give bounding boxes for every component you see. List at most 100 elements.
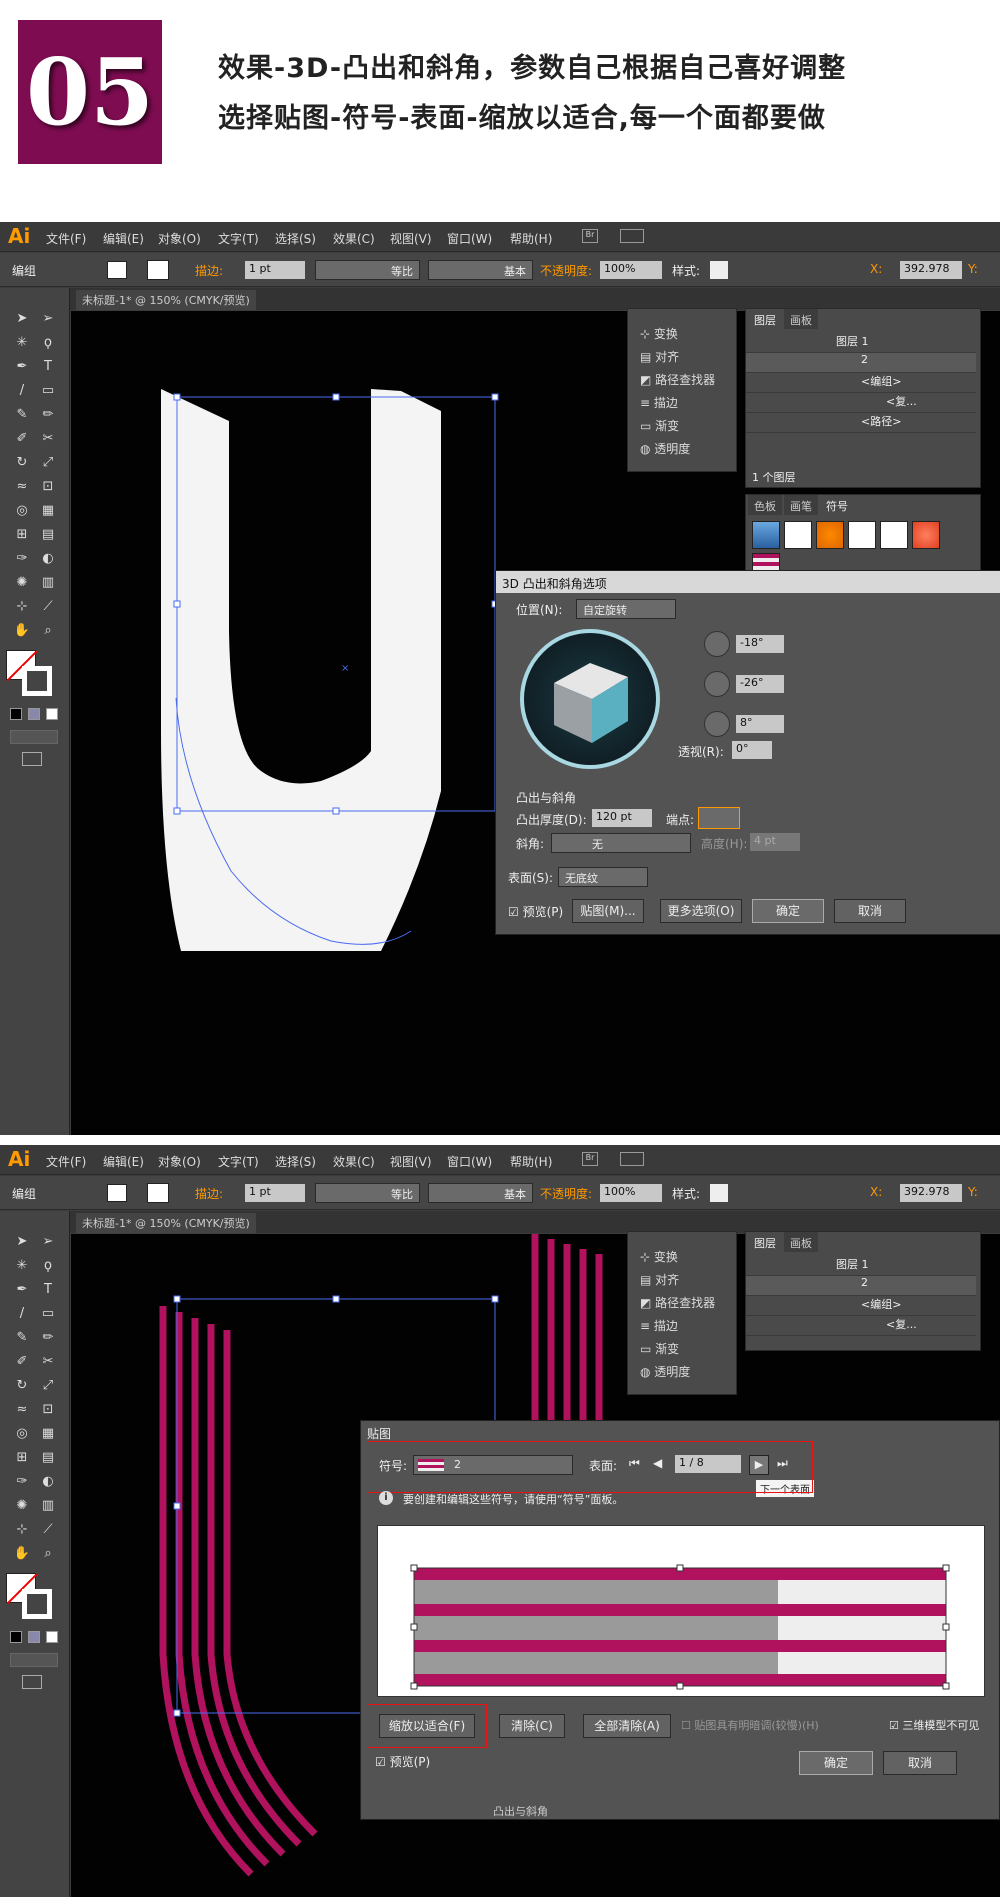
menu-select[interactable]: 选择(S): [275, 230, 316, 247]
height-field[interactable]: 4 pt: [750, 833, 800, 851]
layer-row[interactable]: 图层 1: [746, 333, 976, 353]
pathfinder-panel-item[interactable]: ◩ 路径查找器: [640, 1294, 715, 1311]
symbol-sprayer-icon[interactable]: ✺: [12, 574, 32, 592]
opacity-field[interactable]: 100%: [600, 1184, 662, 1202]
layer-row[interactable]: <编组>: [746, 1296, 976, 1316]
shape-builder-icon[interactable]: ◎: [12, 502, 32, 520]
menu-object[interactable]: 对象(O): [158, 1153, 201, 1170]
eyedropper-icon[interactable]: ✑: [12, 1473, 32, 1491]
none-mode-icon[interactable]: [46, 708, 58, 720]
symbol-swatch[interactable]: [912, 521, 940, 549]
tab-swatches[interactable]: 色板: [748, 495, 782, 515]
pen-tool-icon[interactable]: ✒: [12, 1281, 32, 1299]
gradient-mode-icon[interactable]: [28, 708, 40, 720]
layer-row[interactable]: 2: [746, 353, 976, 373]
menu-view[interactable]: 视图(V): [390, 230, 432, 247]
fill-swatch[interactable]: [107, 1184, 127, 1202]
symbol-swatch[interactable]: [880, 521, 908, 549]
stroke-swatch[interactable]: [147, 260, 169, 280]
rotate-tool-icon[interactable]: ↻: [12, 454, 32, 472]
menu-effect[interactable]: 效果(C): [333, 1153, 375, 1170]
menu-type[interactable]: 文字(T): [218, 1153, 259, 1170]
depth-field[interactable]: 120 pt: [592, 809, 652, 827]
ok-button[interactable]: 确定: [799, 1751, 873, 1775]
free-transform-icon[interactable]: ⊡: [38, 478, 58, 496]
menu-help[interactable]: 帮助(H): [510, 230, 552, 247]
transparency-panel-item[interactable]: ◍ 透明度: [640, 1363, 690, 1380]
perspective-grid-icon[interactable]: ▦: [38, 1425, 58, 1443]
draw-mode-icon[interactable]: [10, 730, 58, 744]
x-field[interactable]: 392.978: [900, 261, 962, 279]
more-options-button[interactable]: 更多选项(O): [660, 899, 742, 923]
pencil-tool-icon[interactable]: ✏: [38, 406, 58, 424]
warp-tool-icon[interactable]: ≈: [12, 478, 32, 496]
lasso-icon[interactable]: ϙ: [38, 1257, 58, 1275]
preview-checkbox[interactable]: ☑ 预览(P): [508, 903, 563, 920]
layer-row[interactable]: <路径>: [746, 413, 976, 433]
symbol-swatch[interactable]: [848, 521, 876, 549]
scale-to-fit-button[interactable]: 缩放以适合(F): [379, 1714, 475, 1738]
cap-toggle-icon[interactable]: [698, 807, 740, 829]
transparency-panel-item[interactable]: ◍ 透明度: [640, 440, 690, 457]
direct-selection-icon[interactable]: ➢: [38, 310, 58, 328]
opacity-field[interactable]: 100%: [600, 261, 662, 279]
pathfinder-panel-item[interactable]: ◩ 路径查找器: [640, 371, 715, 388]
bridge-icon[interactable]: Br: [582, 229, 598, 243]
menu-file[interactable]: 文件(F): [46, 230, 86, 247]
blend-tool-icon[interactable]: ◐: [38, 1473, 58, 1491]
layer-row[interactable]: <编组>: [746, 373, 976, 393]
menu-window[interactable]: 窗口(W): [447, 230, 492, 247]
color-mode-icon[interactable]: [10, 1631, 22, 1643]
brush-select[interactable]: 基本: [428, 260, 533, 280]
lasso-icon[interactable]: ϙ: [38, 334, 58, 352]
surface-field[interactable]: 1 / 8: [675, 1455, 741, 1473]
menu-type[interactable]: 文字(T): [218, 230, 259, 247]
clear-all-button[interactable]: 全部清除(A): [583, 1714, 671, 1738]
rectangle-tool-icon[interactable]: ▭: [38, 382, 58, 400]
menu-file[interactable]: 文件(F): [46, 1153, 86, 1170]
stroke-label[interactable]: 描边:: [195, 262, 223, 279]
bridge-icon[interactable]: Br: [582, 1152, 598, 1166]
stroke-panel-item[interactable]: ≡ 描边: [640, 394, 678, 411]
menu-object[interactable]: 对象(O): [158, 230, 201, 247]
gradient-tool-icon[interactable]: ▤: [38, 1449, 58, 1467]
gradient-mode-icon[interactable]: [28, 1631, 40, 1643]
blob-brush-icon[interactable]: ✐: [12, 1353, 32, 1371]
tab-symbols[interactable]: 符号: [820, 495, 854, 515]
prev-surface-icon[interactable]: ◀: [653, 1456, 662, 1470]
menu-edit[interactable]: 编辑(E): [103, 1153, 144, 1170]
symbol-swatch[interactable]: [784, 521, 812, 549]
hand-tool-icon[interactable]: ✋: [12, 622, 32, 640]
screen-mode-icon[interactable]: [22, 1675, 42, 1689]
workspace-icon[interactable]: [620, 229, 644, 243]
menu-view[interactable]: 视图(V): [390, 1153, 432, 1170]
type-tool-icon[interactable]: T: [38, 1281, 58, 1299]
direct-selection-icon[interactable]: ➢: [38, 1233, 58, 1251]
style-swatch[interactable]: [710, 1184, 728, 1202]
hand-tool-icon[interactable]: ✋: [12, 1545, 32, 1563]
cancel-button[interactable]: 取消: [834, 899, 906, 923]
symbol-sprayer-icon[interactable]: ✺: [12, 1497, 32, 1515]
clear-button[interactable]: 清除(C): [499, 1714, 565, 1738]
perspective-grid-icon[interactable]: ▦: [38, 502, 58, 520]
y-angle-field[interactable]: -26°: [736, 675, 784, 693]
graph-tool-icon[interactable]: ▥: [38, 1497, 58, 1515]
transform-panel-item[interactable]: ⊹ 变换: [640, 1248, 678, 1265]
zoom-tool-icon[interactable]: ⌕: [38, 1545, 58, 1563]
transform-panel-item[interactable]: ⊹ 变换: [640, 325, 678, 342]
blob-brush-icon[interactable]: ✐: [12, 430, 32, 448]
menu-select[interactable]: 选择(S): [275, 1153, 316, 1170]
shade-artwork-checkbox[interactable]: ☐ 贴图具有明暗调(较慢)(H): [681, 1717, 819, 1733]
line-tool-icon[interactable]: /: [12, 382, 32, 400]
rotation-trackball[interactable]: [520, 629, 660, 769]
draw-mode-icon[interactable]: [10, 1653, 58, 1667]
brush-select[interactable]: 基本: [428, 1183, 533, 1203]
color-mode-icon[interactable]: [10, 708, 22, 720]
eyedropper-icon[interactable]: ✑: [12, 550, 32, 568]
menu-help[interactable]: 帮助(H): [510, 1153, 552, 1170]
document-tab[interactable]: 未标题-1* @ 150% (CMYK/预览): [76, 1213, 256, 1233]
surface-select[interactable]: 无底纹: [558, 867, 648, 887]
z-axis-dial-icon[interactable]: [704, 711, 730, 737]
invisible-geometry-checkbox[interactable]: ☑ 三维模型不可见: [889, 1717, 979, 1733]
slice-tool-icon[interactable]: ⟋: [38, 1521, 58, 1539]
